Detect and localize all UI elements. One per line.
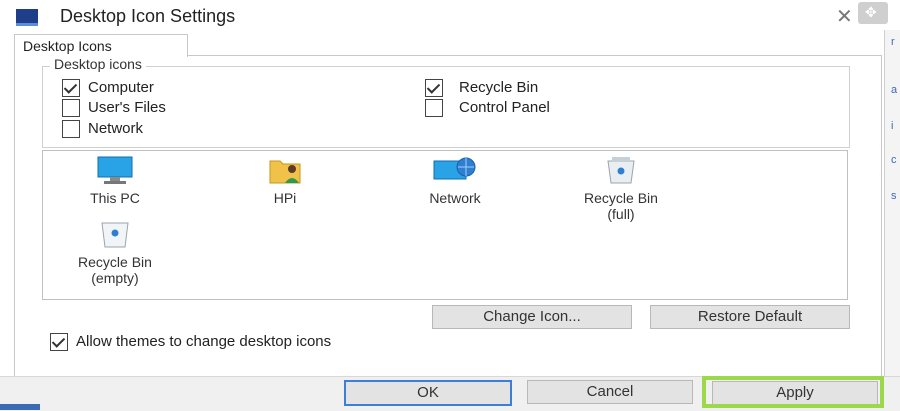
- network-icon: [433, 157, 476, 180]
- taskbar-fragment: [0, 404, 40, 410]
- icon-list[interactable]: This PC HPi Network Recycle Bin (full) R…: [42, 150, 848, 300]
- icon-caption-2: (full): [607, 206, 635, 222]
- checkbox-box[interactable]: [62, 79, 80, 97]
- checkbox-box[interactable]: [62, 99, 80, 117]
- checkbox-box[interactable]: [50, 333, 68, 351]
- checkbox-label: Control Panel: [459, 99, 550, 116]
- icon-caption: Recycle Bin: [78, 254, 152, 270]
- tab-desktop-icons[interactable]: Desktop Icons: [14, 34, 188, 57]
- background-window-edge: r a i c s: [884, 30, 900, 410]
- icon-item-network[interactable]: Network: [395, 155, 515, 206]
- icon-caption: This PC: [90, 190, 140, 206]
- checkbox-box[interactable]: [425, 99, 443, 117]
- icon-caption-2: (empty): [91, 270, 139, 286]
- icon-item-recycle-bin-empty[interactable]: Recycle Bin (empty): [55, 219, 175, 286]
- tab-label: Desktop Icons: [23, 38, 112, 54]
- recycle-bin-empty-icon: [101, 222, 129, 248]
- title-bar: Desktop Icon Settings ✕ ✥: [0, 0, 900, 32]
- icon-caption: Network: [429, 190, 481, 206]
- icon-caption: HPi: [273, 190, 297, 206]
- checkbox-box[interactable]: [425, 79, 443, 97]
- desktop-settings-icon: [16, 9, 38, 26]
- checkbox-label: User's Files: [88, 99, 166, 116]
- move-icon: ✥: [865, 4, 877, 20]
- edge-mark: r: [891, 36, 895, 48]
- apply-highlight: [702, 376, 884, 408]
- checkbox-box[interactable]: [62, 120, 80, 138]
- move-handle[interactable]: ✥: [858, 2, 888, 24]
- user-folder-icon: [269, 160, 301, 184]
- ok-button[interactable]: OK: [344, 380, 512, 406]
- icon-item-recycle-bin-full[interactable]: Recycle Bin (full): [561, 155, 681, 222]
- icon-item-hpi[interactable]: HPi: [225, 155, 345, 206]
- edge-mark: c: [891, 154, 897, 166]
- icon-caption: Recycle Bin: [584, 190, 658, 206]
- checkbox-label: Recycle Bin: [459, 79, 539, 96]
- cancel-button[interactable]: Cancel: [527, 380, 693, 404]
- window-title: Desktop Icon Settings: [60, 6, 236, 26]
- recycle-bin-full-icon: [607, 157, 635, 184]
- checkbox-label: Network: [88, 120, 144, 137]
- edge-mark: a: [891, 84, 898, 96]
- change-icon-button[interactable]: Change Icon...: [432, 305, 632, 329]
- edge-mark: s: [891, 190, 897, 202]
- checkbox-label: Computer: [88, 79, 154, 96]
- icon-item-this-pc[interactable]: This PC: [55, 155, 175, 206]
- restore-default-button[interactable]: Restore Default: [650, 305, 850, 329]
- this-pc-icon: [97, 156, 133, 184]
- edge-mark: i: [891, 120, 894, 132]
- group-legend: Desktop icons: [50, 56, 146, 72]
- close-icon[interactable]: ✕: [836, 4, 853, 29]
- allow-themes-label: Allow themes to change desktop icons: [76, 333, 332, 350]
